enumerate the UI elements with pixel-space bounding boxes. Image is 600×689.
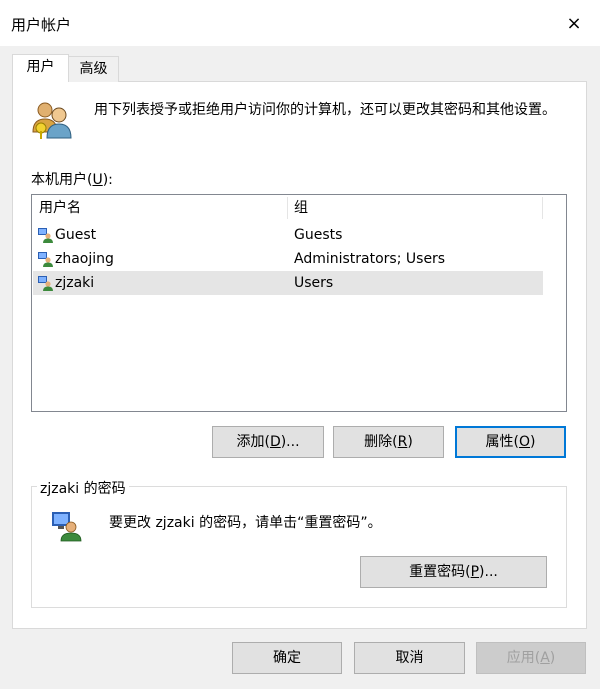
column-separator (287, 197, 288, 219)
user-icon (38, 228, 53, 243)
intro-text: 用下列表授予或拒绝用户访问你的计算机，还可以更改其密码和其他设置。 (94, 102, 556, 118)
user-group: Guests (294, 227, 343, 243)
user-icon (38, 276, 53, 291)
tab-advanced[interactable]: 高级 (68, 56, 119, 82)
apply-button[interactable]: 应用(A) (476, 642, 586, 674)
user-icon (38, 252, 53, 267)
password-groupbox (31, 486, 567, 608)
close-icon[interactable]: × (562, 12, 586, 36)
user-name: zjzaki (55, 275, 95, 291)
column-header-username[interactable]: 用户名 (39, 195, 81, 221)
local-users-label: 本机用户(U): (31, 172, 113, 188)
user-group: Administrators; Users (294, 251, 446, 267)
user-icon (52, 512, 82, 542)
add-user-button[interactable]: 添加(D)... (212, 426, 324, 458)
column-header-group[interactable]: 组 (294, 195, 308, 221)
cancel-button[interactable]: 取消 (354, 642, 465, 674)
window-title: 用户帐户 (11, 16, 72, 34)
reset-password-button[interactable]: 重置密码(P)... (360, 556, 547, 588)
table-row[interactable]: zhaojing Administrators; Users (33, 247, 543, 271)
table-row[interactable]: zjzaki Users (33, 271, 543, 295)
ok-button[interactable]: 确定 (232, 642, 342, 674)
password-instruction: 要更改 zjzaki 的密码，请单击“重置密码”。 (109, 515, 382, 531)
user-name: zhaojing (55, 251, 114, 267)
delete-user-button[interactable]: 删除(R) (333, 426, 444, 458)
table-row[interactable]: Guest Guests (33, 223, 543, 247)
title-bar (0, 0, 600, 46)
users-icon (32, 102, 72, 139)
user-group: Users (294, 275, 334, 291)
column-separator (542, 197, 543, 219)
properties-button[interactable]: 属性(O) (455, 426, 566, 458)
password-group-title: zjzaki 的密码 (37, 478, 129, 498)
users-list[interactable]: 用户名 组 Guest Guests zhaojing Administrato… (31, 194, 567, 412)
user-name: Guest (55, 227, 97, 243)
tab-users[interactable]: 用户 (12, 54, 69, 82)
